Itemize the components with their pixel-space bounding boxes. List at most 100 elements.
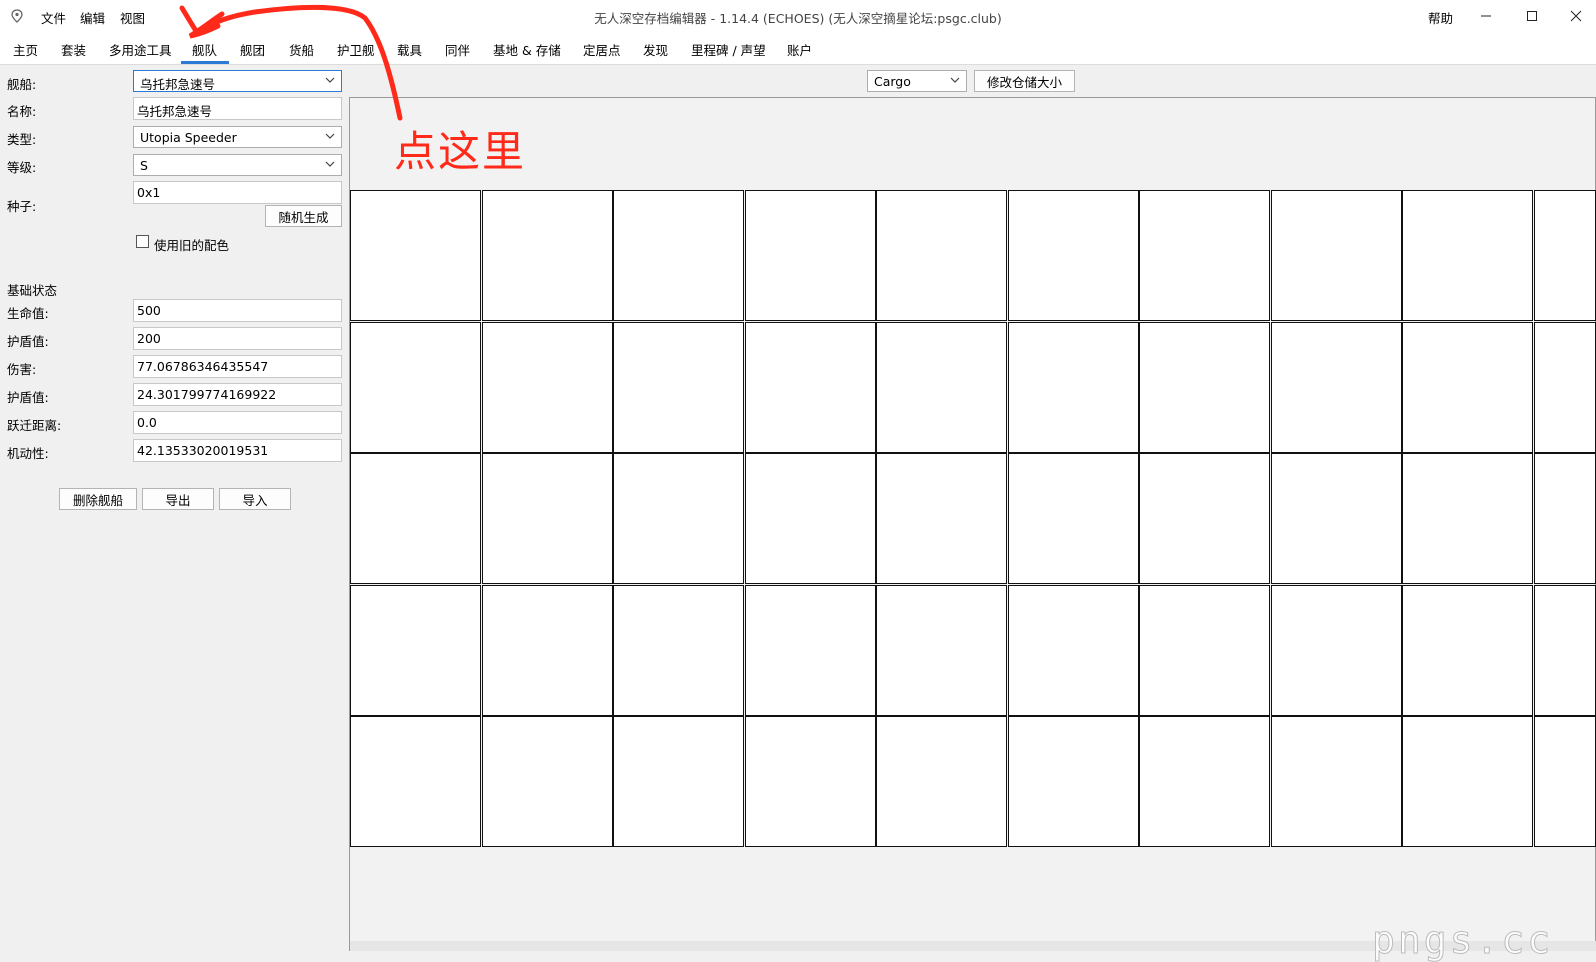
inventory-slot[interactable] (1139, 322, 1270, 453)
inventory-slot[interactable] (1534, 585, 1596, 716)
tab-exosuit[interactable]: 套装 (61, 40, 86, 59)
stat-shield-field[interactable]: 200 (133, 327, 342, 350)
inventory-slot[interactable] (876, 190, 1007, 321)
old-colors-checkbox[interactable] (136, 235, 149, 248)
inventory-slot[interactable] (1008, 453, 1139, 584)
minimize-icon (1481, 15, 1491, 17)
inventory-slot[interactable] (876, 585, 1007, 716)
inventory-slot[interactable] (1271, 716, 1402, 847)
menu-help[interactable]: 帮助 (1428, 8, 1453, 27)
inventory-slot[interactable] (1271, 453, 1402, 584)
inventory-slot[interactable] (482, 716, 613, 847)
tab-home[interactable]: 主页 (13, 40, 38, 59)
inventory-slot[interactable] (745, 453, 876, 584)
inventory-slot[interactable] (1402, 322, 1533, 453)
inventory-slot[interactable] (1008, 190, 1139, 321)
stat-health-label: 生命值: (7, 306, 49, 321)
inventory-slot[interactable] (350, 716, 481, 847)
inventory-slot[interactable] (745, 716, 876, 847)
delete-ship-button[interactable]: 删除舰船 (59, 488, 137, 510)
resize-inventory-button[interactable]: 修改仓储大小 (974, 70, 1075, 92)
tab-discovery[interactable]: 发现 (643, 40, 668, 59)
inventory-slot[interactable] (1271, 190, 1402, 321)
inventory-slot[interactable] (350, 585, 481, 716)
inventory-select[interactable]: Cargo (867, 70, 967, 92)
inventory-slot[interactable] (745, 585, 876, 716)
class-select-value: S (140, 158, 148, 173)
inventory-slot[interactable] (1402, 190, 1533, 321)
inventory-slot[interactable] (613, 585, 744, 716)
stat-damage-field[interactable]: 77.06786346435547 (133, 355, 342, 378)
inventory-slot[interactable] (1008, 585, 1139, 716)
old-colors-label: 使用旧的配色 (154, 238, 230, 253)
stat-shield2-label: 护盾值: (7, 390, 49, 405)
inventory-slot[interactable] (1534, 190, 1596, 321)
stat-hyperdrive-label: 跃迁距离: (7, 418, 62, 433)
inventory-slot[interactable] (613, 716, 744, 847)
inventory-slot[interactable] (613, 453, 744, 584)
stat-damage-label: 伤害: (7, 362, 37, 377)
inventory-slot[interactable] (482, 322, 613, 453)
inventory-slot[interactable] (613, 322, 744, 453)
inventory-slot[interactable] (1534, 716, 1596, 847)
class-label: 等级: (7, 160, 37, 175)
inventory-slot[interactable] (482, 585, 613, 716)
tab-companions[interactable]: 同伴 (445, 40, 470, 59)
annotation-text: 点这里 (394, 127, 527, 176)
stat-shield2-value: 24.301799774169922 (137, 387, 277, 402)
close-icon (1570, 10, 1582, 22)
inventory-slot[interactable] (1271, 585, 1402, 716)
inventory-slot[interactable] (1008, 716, 1139, 847)
type-select-value: Utopia Speeder (140, 130, 237, 145)
stat-hyperdrive-value: 0.0 (137, 415, 157, 430)
export-button[interactable]: 导出 (142, 488, 214, 510)
inventory-slot[interactable] (1271, 322, 1402, 453)
tab-settlements[interactable]: 定居点 (583, 40, 621, 59)
stat-damage-value: 77.06786346435547 (137, 359, 269, 374)
inventory-slot[interactable] (745, 190, 876, 321)
stat-maneuver-field[interactable]: 42.13533020019531 (133, 439, 342, 462)
inventory-slot[interactable] (1139, 716, 1270, 847)
stat-health-value: 500 (137, 303, 161, 318)
tab-account[interactable]: 账户 (787, 40, 812, 59)
ship-label: 舰船: (7, 77, 37, 92)
inventory-slot[interactable] (350, 190, 481, 321)
inventory-slot[interactable] (613, 190, 744, 321)
chevron-down-icon (325, 161, 335, 167)
annotation-arrow-icon (179, 4, 403, 121)
maximize-button[interactable] (1509, 0, 1555, 32)
inventory-slot[interactable] (1139, 453, 1270, 584)
inventory-slot[interactable] (350, 453, 481, 584)
stat-maneuver-label: 机动性: (7, 446, 49, 461)
seed-label: 种子: (7, 199, 37, 214)
maximize-icon (1527, 11, 1537, 21)
stat-shield2-field[interactable]: 24.301799774169922 (133, 383, 342, 406)
random-seed-button[interactable]: 随机生成 (265, 205, 342, 227)
name-label: 名称: (7, 104, 37, 119)
inventory-slot[interactable] (1402, 585, 1533, 716)
import-button[interactable]: 导入 (219, 488, 291, 510)
seed-field[interactable]: 0x1 (133, 181, 342, 204)
stat-health-field[interactable]: 500 (133, 299, 342, 322)
inventory-slot[interactable] (1008, 322, 1139, 453)
stat-hyperdrive-field[interactable]: 0.0 (133, 411, 342, 434)
inventory-slot[interactable] (876, 716, 1007, 847)
minimize-button[interactable] (1463, 0, 1509, 32)
inventory-slot[interactable] (1534, 322, 1596, 453)
inventory-slot[interactable] (876, 453, 1007, 584)
close-button[interactable] (1553, 0, 1596, 32)
inventory-slot[interactable] (350, 322, 481, 453)
inventory-slot[interactable] (1534, 453, 1596, 584)
class-select[interactable]: S (133, 154, 342, 176)
inventory-slot[interactable] (1139, 190, 1270, 321)
inventory-slot[interactable] (745, 322, 876, 453)
inventory-slot[interactable] (482, 453, 613, 584)
inventory-slot[interactable] (1139, 585, 1270, 716)
inventory-slot[interactable] (1402, 716, 1533, 847)
inventory-slot[interactable] (482, 190, 613, 321)
tab-milestones[interactable]: 里程碑 / 声望 (691, 40, 766, 59)
tab-bases-storage[interactable]: 基地 & 存储 (493, 40, 561, 59)
inventory-slot[interactable] (876, 322, 1007, 453)
type-label: 类型: (7, 132, 37, 147)
inventory-slot[interactable] (1402, 453, 1533, 584)
